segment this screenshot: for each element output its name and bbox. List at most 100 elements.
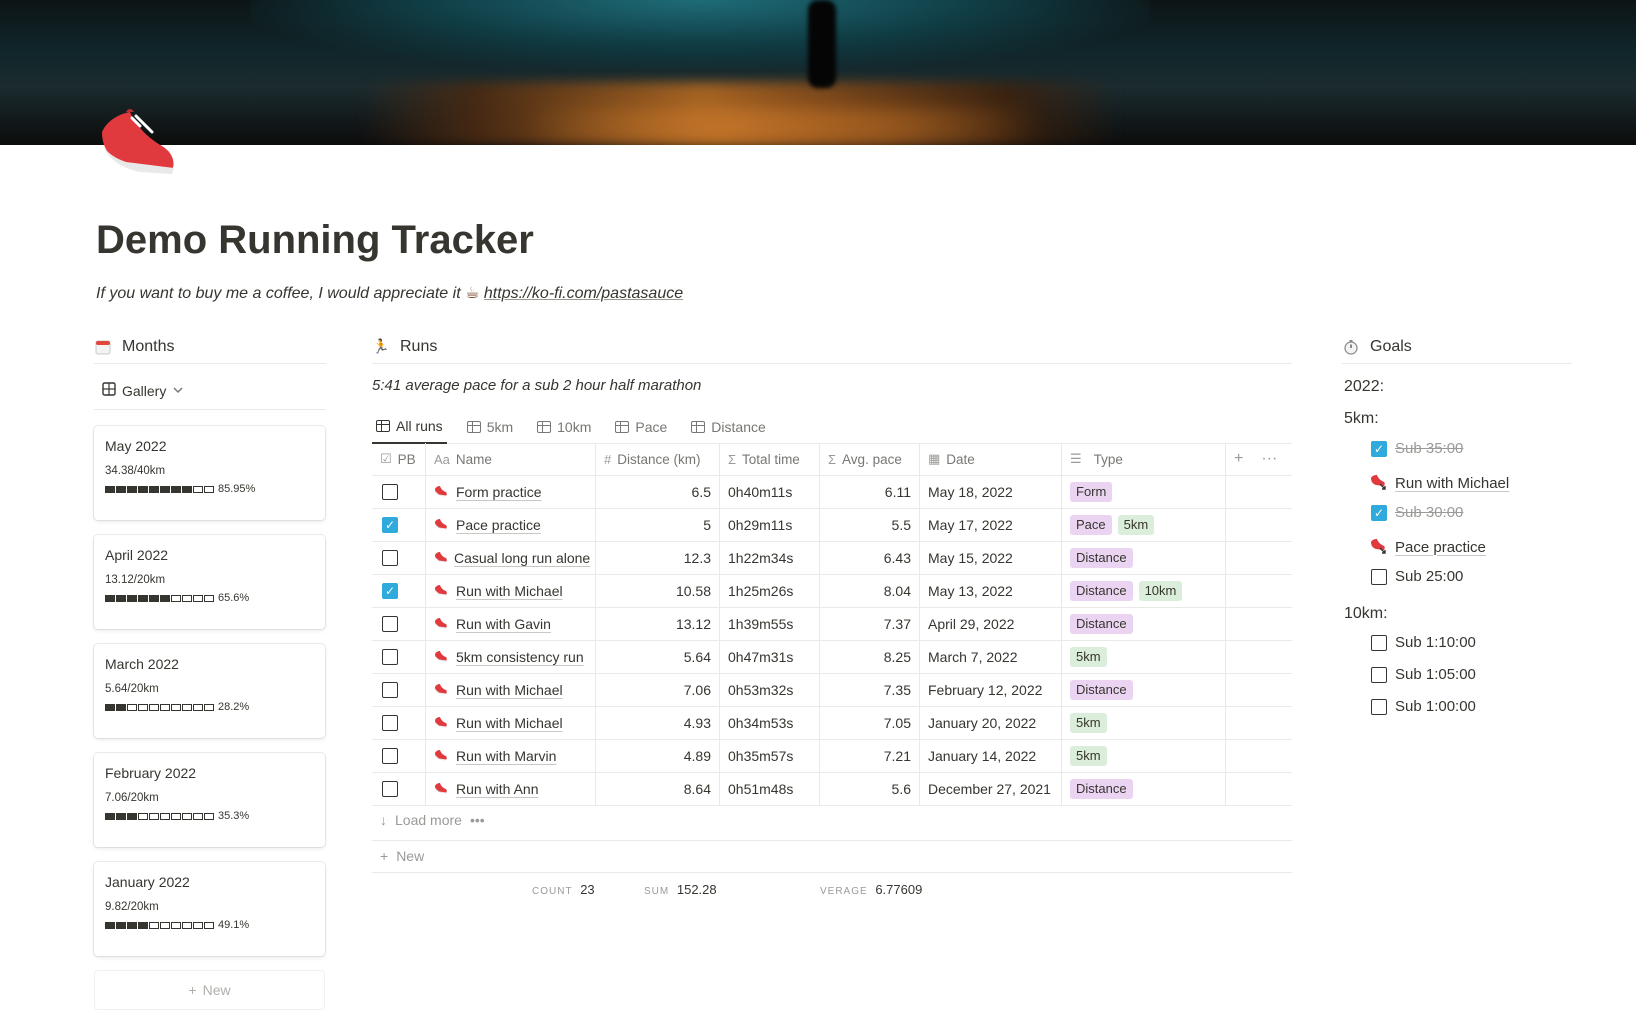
name-cell[interactable]: Run with Gavin [426, 608, 596, 640]
table-row[interactable]: Run with Marvin 4.89 0h35m57s 7.21 Janua… [372, 740, 1292, 773]
total-time-cell[interactable]: 0h29m11s [720, 509, 820, 541]
avg-pace-cell[interactable]: 5.5 [820, 509, 920, 541]
month-card[interactable]: May 2022 34.38/40km 85.95% [94, 426, 325, 520]
total-time-cell[interactable]: 0h35m57s [720, 740, 820, 772]
col-date[interactable]: ▦ Date [920, 443, 1062, 475]
new-month-button[interactable]: + New [94, 970, 325, 1010]
col-type[interactable]: ☰ Type [1062, 443, 1226, 475]
goal-checkbox[interactable] [1371, 568, 1387, 585]
type-cell[interactable]: 5km [1062, 707, 1226, 739]
tab-view-distance[interactable]: Distance [687, 410, 769, 444]
col-total-time[interactable]: Σ Total time [720, 443, 820, 475]
total-time-cell[interactable]: 1h25m26s [720, 575, 820, 607]
new-run-button[interactable]: + New [380, 848, 424, 864]
type-cell[interactable]: Pace 5km [1062, 509, 1226, 541]
running-shoe-icon[interactable] [96, 104, 178, 182]
goal-checkbox[interactable] [1371, 698, 1387, 715]
total-time-cell[interactable]: 0h53m32s [720, 674, 820, 706]
goal-todo-item[interactable]: ✓ Sub 30:00 [1369, 504, 1463, 521]
table-row[interactable]: Run with Michael 4.93 0h34m53s 7.05 Janu… [372, 707, 1292, 740]
distance-cell[interactable]: 5 [596, 509, 720, 541]
total-time-cell[interactable]: 0h47m31s [720, 641, 820, 673]
date-cell[interactable]: May 13, 2022 [920, 575, 1062, 607]
pb-checkbox[interactable] [382, 550, 398, 566]
gallery-view-switch[interactable]: Gallery [102, 382, 184, 399]
pb-checkbox[interactable] [382, 748, 398, 764]
avg-pace-cell[interactable]: 8.25 [820, 641, 920, 673]
avg-pace-cell[interactable]: 7.35 [820, 674, 920, 706]
type-cell[interactable]: Distance 10km [1062, 575, 1226, 607]
distance-cell[interactable]: 6.5 [596, 476, 720, 508]
col-avg-pace[interactable]: Σ Avg. pace [820, 443, 920, 475]
name-cell[interactable]: Run with Ann [426, 773, 596, 805]
date-cell[interactable]: May 15, 2022 [920, 542, 1062, 574]
type-cell[interactable]: Distance [1062, 608, 1226, 640]
total-time-cell[interactable]: 1h22m34s [720, 542, 820, 574]
total-time-cell[interactable]: 1h39m55s [720, 608, 820, 640]
distance-cell[interactable]: 7.06 [596, 674, 720, 706]
kofi-link[interactable]: https://ko-fi.com/pastasauce [484, 285, 683, 302]
date-cell[interactable]: May 18, 2022 [920, 476, 1062, 508]
distance-cell[interactable]: 12.3 [596, 542, 720, 574]
pb-checkbox[interactable]: ✓ [382, 583, 398, 599]
more-icon[interactable]: ··· [1261, 450, 1277, 468]
pb-checkbox[interactable] [382, 715, 398, 731]
name-cell[interactable]: Run with Michael [426, 674, 596, 706]
col-pb[interactable]: ☑ PB [372, 443, 426, 475]
month-card[interactable]: January 2022 9.82/20km 49.1% [94, 862, 325, 956]
name-cell[interactable]: Form practice [426, 476, 596, 508]
month-card[interactable]: April 2022 13.12/20km 65.6% [94, 535, 325, 629]
table-row[interactable]: Form practice 6.5 0h40m11s 6.11 May 18, … [372, 476, 1292, 509]
goal-linked-run[interactable]: Pace practice [1369, 536, 1486, 558]
month-card[interactable]: March 2022 5.64/20km 28.2% [94, 644, 325, 738]
distance-cell[interactable]: 4.89 [596, 740, 720, 772]
name-cell[interactable]: Pace practice [426, 509, 596, 541]
distance-cell[interactable]: 10.58 [596, 575, 720, 607]
date-cell[interactable]: April 29, 2022 [920, 608, 1062, 640]
count-calc[interactable]: COUNT 23 [532, 882, 595, 897]
goal-todo-item[interactable]: Sub 25:00 [1369, 568, 1463, 585]
avg-pace-cell[interactable]: 6.11 [820, 476, 920, 508]
distance-cell[interactable]: 8.64 [596, 773, 720, 805]
average-calc[interactable]: VERAGE 6.77609 [820, 882, 922, 897]
avg-pace-cell[interactable]: 7.05 [820, 707, 920, 739]
distance-cell[interactable]: 5.64 [596, 641, 720, 673]
month-card[interactable]: February 2022 7.06/20km 35.3% [94, 753, 325, 847]
col-name[interactable]: Aa Name [426, 443, 596, 475]
tab-view-5km[interactable]: 5km [463, 410, 517, 444]
date-cell[interactable]: March 7, 2022 [920, 641, 1062, 673]
date-cell[interactable]: January 20, 2022 [920, 707, 1062, 739]
type-cell[interactable]: Distance [1062, 542, 1226, 574]
date-cell[interactable]: January 14, 2022 [920, 740, 1062, 772]
runs-header[interactable]: 🏃 Runs [372, 330, 1292, 364]
avg-pace-cell[interactable]: 6.43 [820, 542, 920, 574]
goal-todo-item[interactable]: Sub 1:05:00 [1369, 666, 1476, 683]
type-cell[interactable]: 5km [1062, 641, 1226, 673]
tab-view-10km[interactable]: 10km [533, 410, 595, 444]
avg-pace-cell[interactable]: 7.21 [820, 740, 920, 772]
goal-checkbox[interactable]: ✓ [1371, 440, 1387, 457]
table-row[interactable]: ✓ Pace practice 5 0h29m11s 5.5 May 17, 2… [372, 509, 1292, 542]
tab-view-pace[interactable]: Pace [611, 410, 671, 444]
goal-todo-item[interactable]: Sub 1:10:00 [1369, 634, 1476, 651]
tab-view-all-runs[interactable]: All runs [372, 410, 447, 444]
goal-todo-item[interactable]: Sub 1:00:00 [1369, 698, 1476, 715]
avg-pace-cell[interactable]: 5.6 [820, 773, 920, 805]
pb-checkbox[interactable] [382, 484, 398, 500]
goal-checkbox[interactable] [1371, 634, 1387, 651]
goal-todo-item[interactable]: ✓ Sub 35:00 [1369, 440, 1463, 457]
date-cell[interactable]: May 17, 2022 [920, 509, 1062, 541]
total-time-cell[interactable]: 0h51m48s [720, 773, 820, 805]
type-cell[interactable]: Form [1062, 476, 1226, 508]
name-cell[interactable]: Run with Marvin [426, 740, 596, 772]
add-column-icon[interactable]: + [1234, 450, 1243, 468]
goal-linked-run[interactable]: Run with Michael [1369, 472, 1509, 494]
col-distance[interactable]: # Distance (km) [596, 443, 720, 475]
type-cell[interactable]: Distance [1062, 674, 1226, 706]
table-row[interactable]: Run with Gavin 13.12 1h39m55s 7.37 April… [372, 608, 1292, 641]
name-cell[interactable]: 5km consistency run [426, 641, 596, 673]
total-time-cell[interactable]: 0h34m53s [720, 707, 820, 739]
table-row[interactable]: 5km consistency run 5.64 0h47m31s 8.25 M… [372, 641, 1292, 674]
table-row[interactable]: Run with Michael 7.06 0h53m32s 7.35 Febr… [372, 674, 1292, 707]
table-row[interactable]: Casual long run alone 12.3 1h22m34s 6.43… [372, 542, 1292, 575]
